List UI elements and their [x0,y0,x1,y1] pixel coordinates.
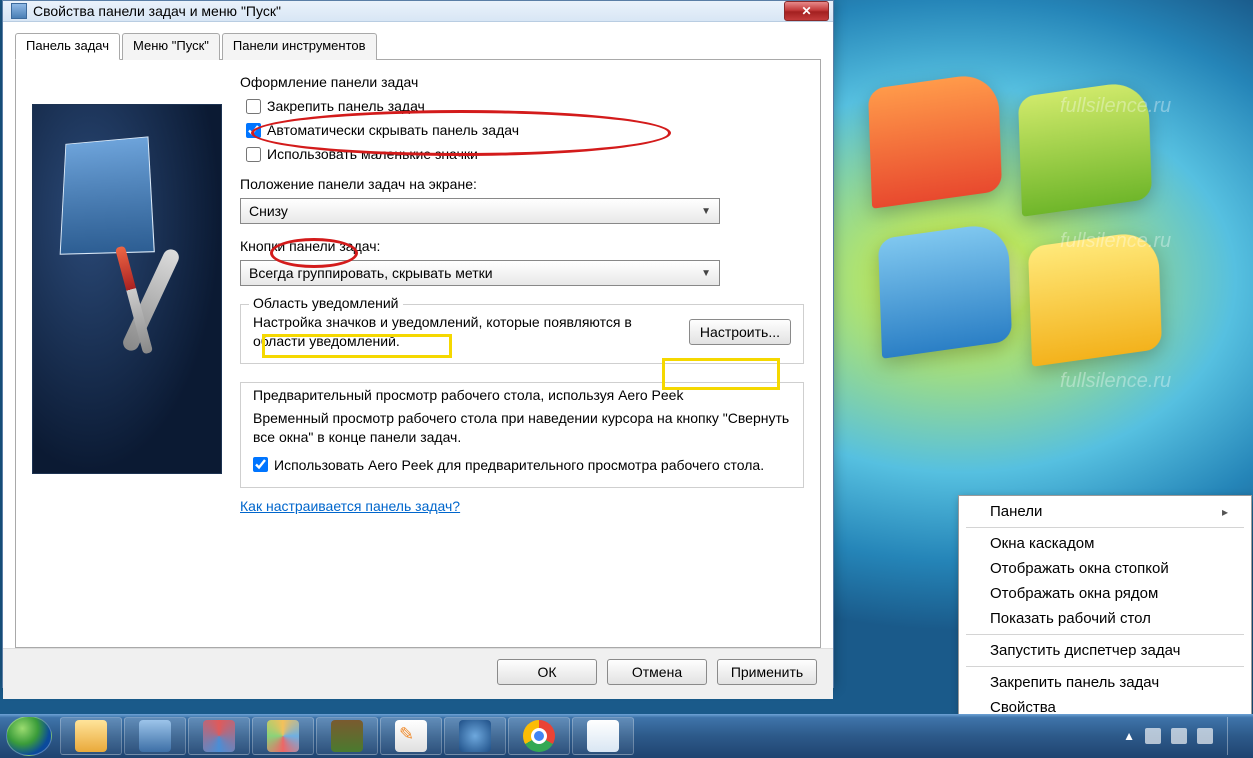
autohide-label: Автоматически скрывать панель задач [267,122,519,138]
autohide-input[interactable] [246,123,261,138]
lock-taskbar-checkbox[interactable]: Закрепить панель задач [240,96,804,116]
customize-button[interactable]: Настроить... [689,319,791,345]
ctx-side-by-side[interactable]: Отображать окна рядом [962,581,1248,606]
taskbar-item-explorer[interactable] [60,717,122,755]
taskbar-item-paint[interactable] [252,717,314,755]
taskbar-item-chrome[interactable] [508,717,570,755]
position-dropdown[interactable]: Снизу ▼ [240,198,720,224]
taskbar-item-control-panel[interactable] [124,717,186,755]
tray-flag-icon[interactable] [1145,728,1161,744]
ok-button[interactable]: ОК [497,659,597,685]
aero-peek-input[interactable] [253,457,268,472]
autohide-checkbox[interactable]: Автоматически скрывать панель задач [240,120,804,140]
buttons-label: Кнопки панели задач: [240,238,804,254]
desktop: fullsilence.ru fullsilence.ru fullsilenc… [0,0,1253,758]
ctx-separator [966,666,1244,667]
position-label: Положение панели задач на экране: [240,176,804,192]
control-panel-icon [139,720,171,752]
minecraft-icon [331,720,363,752]
taskbar-item-snipping[interactable] [188,717,250,755]
show-desktop-button[interactable] [1227,717,1239,755]
taskbar-item-notepad[interactable] [572,717,634,755]
aero-desc: Временный просмотр рабочего стола при на… [253,409,791,447]
ctx-task-manager[interactable]: Запустить диспетчер задач [962,638,1248,663]
appearance-label: Оформление панели задач [240,74,804,90]
close-button[interactable]: ✕ [784,1,829,21]
cancel-button[interactable]: Отмена [607,659,707,685]
tab-panel: Оформление панели задач Закрепить панель… [15,60,821,648]
chevron-down-icon: ▼ [701,206,711,217]
taskbar[interactable]: ✎ ▲ [0,714,1253,758]
taskbar-item-thunderbird[interactable] [444,717,506,755]
apply-button[interactable]: Применить [717,659,817,685]
ctx-cascade[interactable]: Окна каскадом [962,531,1248,556]
titlebar[interactable]: Свойства панели задач и меню "Пуск" ✕ [3,1,833,22]
dialog-button-row: ОК Отмена Применить [3,648,833,699]
help-link[interactable]: Как настраивается панель задач? [240,498,804,514]
small-icons-label: Использовать маленькие значки [267,146,478,162]
ctx-lock-taskbar[interactable]: Закрепить панель задач [962,670,1248,695]
tab-taskbar[interactable]: Панель задач [15,33,120,60]
ctx-panels[interactable]: Панели [962,499,1248,524]
taskbar-item-minecraft[interactable] [316,717,378,755]
system-tray[interactable]: ▲ [1123,717,1247,755]
chevron-down-icon: ▼ [701,268,711,279]
buttons-value: Всегда группировать, скрывать метки [249,265,493,281]
windows-logo [870,80,1170,380]
aero-peek-checkbox[interactable]: Использовать Aero Peek для предварительн… [253,455,791,475]
tray-volume-icon[interactable] [1197,728,1213,744]
taskbar-item-editor[interactable]: ✎ [380,717,442,755]
tab-startmenu[interactable]: Меню "Пуск" [122,33,220,60]
thunderbird-icon [459,720,491,752]
document-icon: ✎ [395,720,427,752]
tab-toolbars[interactable]: Панели инструментов [222,33,377,60]
scissors-icon [203,720,235,752]
ctx-show-desktop[interactable]: Показать рабочий стол [962,606,1248,631]
buttons-dropdown[interactable]: Всегда группировать, скрывать метки ▼ [240,260,720,286]
palette-icon [267,720,299,752]
tray-network-icon[interactable] [1171,728,1187,744]
lock-taskbar-input[interactable] [246,99,261,114]
ctx-stack[interactable]: Отображать окна стопкой [962,556,1248,581]
aero-peek-label: Использовать Aero Peek для предварительн… [274,457,764,473]
small-icons-input[interactable] [246,147,261,162]
chrome-icon [523,720,555,752]
window-title: Свойства панели задач и меню "Пуск" [33,3,784,19]
taskbar-properties-dialog: Свойства панели задач и меню "Пуск" ✕ Па… [2,0,834,688]
ctx-separator [966,634,1244,635]
position-value: Снизу [249,203,288,219]
lock-taskbar-label: Закрепить панель задач [267,98,425,114]
notification-legend: Область уведомлений [249,295,403,311]
taskbar-context-menu: Панели Окна каскадом Отображать окна сто… [958,495,1252,724]
window-icon [11,3,27,19]
ctx-separator [966,527,1244,528]
annotation-box-yellow [662,358,780,390]
tab-row: Панель задач Меню "Пуск" Панели инструме… [15,32,821,60]
start-button[interactable] [6,716,52,756]
folder-icon [75,720,107,752]
annotation-box-yellow [262,334,452,358]
tray-chevron-icon[interactable]: ▲ [1123,729,1135,743]
aero-peek-fieldset: Предварительный просмотр рабочего стола,… [240,382,804,488]
small-icons-checkbox[interactable]: Использовать маленькие значки [240,144,804,164]
notepad-icon [587,720,619,752]
illustration [32,104,222,474]
